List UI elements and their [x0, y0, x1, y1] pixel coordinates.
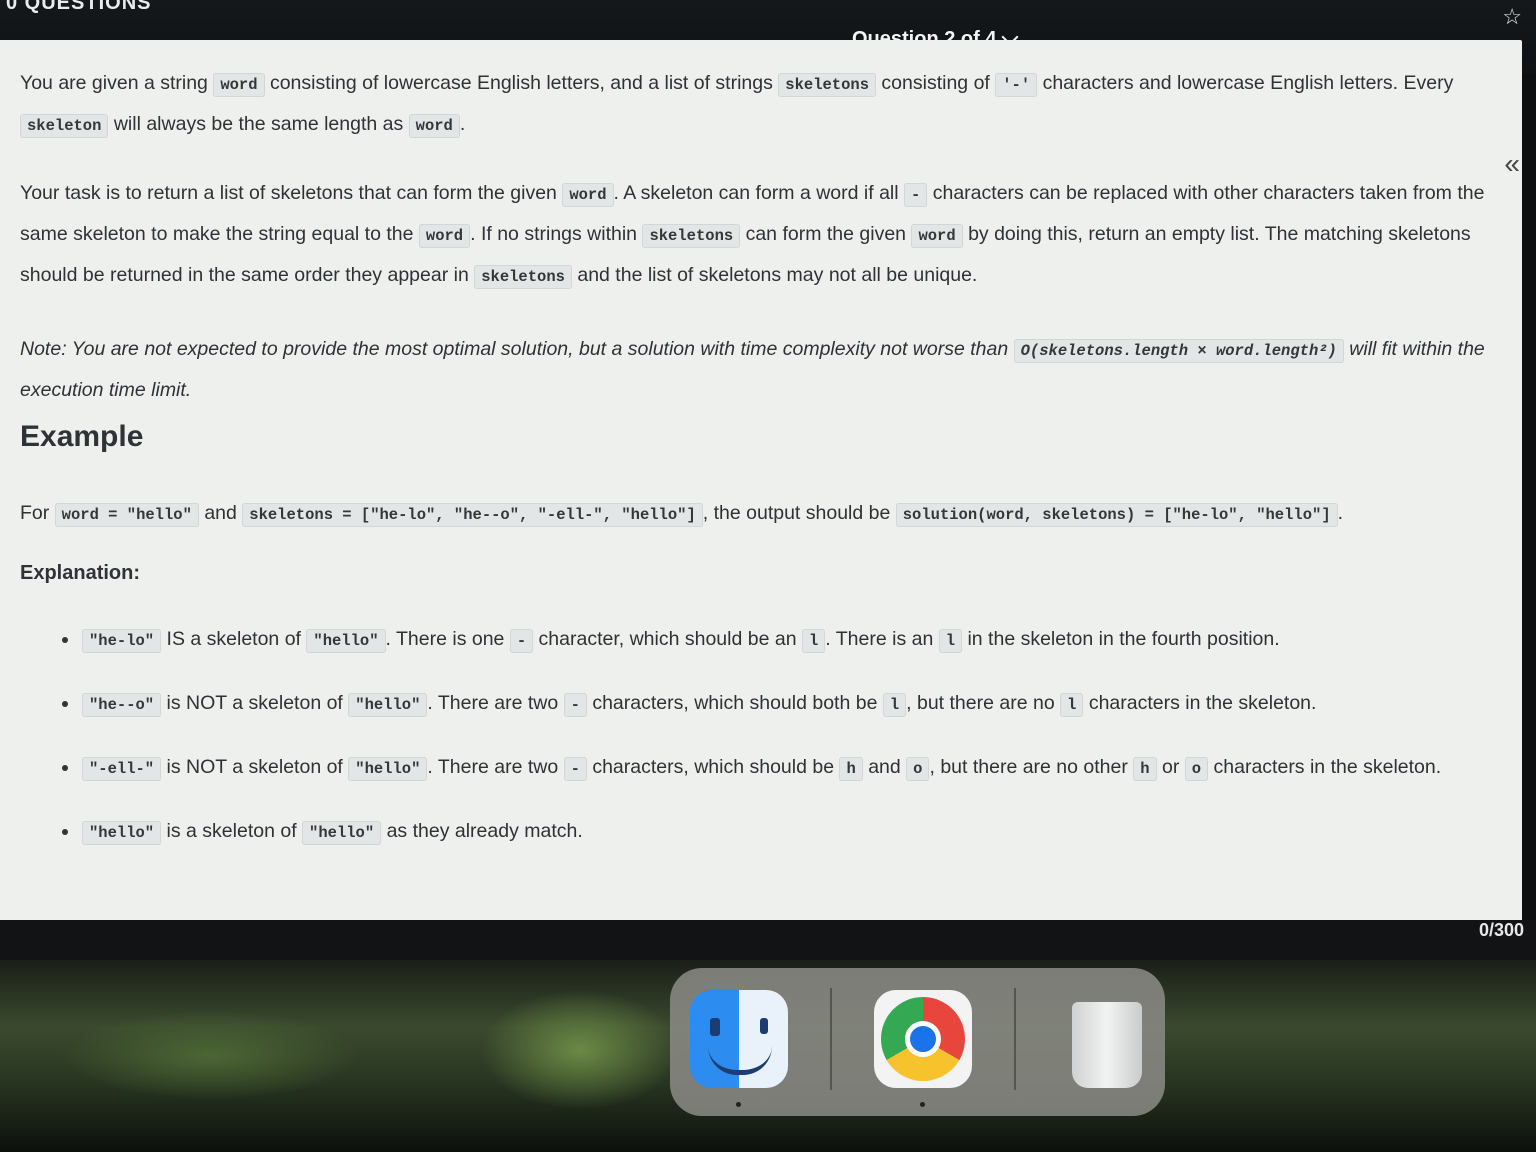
trash-icon[interactable]: [1058, 990, 1156, 1088]
chrome-center: [905, 1021, 941, 1057]
explanation-heading: Explanation:: [20, 562, 141, 584]
dock: [670, 968, 1165, 1116]
list-item: "he--o" is NOT a skeleton of "hello". Th…: [62, 684, 1482, 725]
problem-panel: « You are given a string word consisting…: [0, 40, 1522, 920]
wallpaper-foliage: [60, 1010, 360, 1100]
trash-can: [1072, 1002, 1142, 1088]
list-item: "he-lo" IS a skeleton of "hello". There …: [62, 620, 1482, 661]
explanation-list: "he-lo" IS a skeleton of "hello". There …: [62, 620, 1482, 876]
intro-paragraph: You are given a string word consisting o…: [20, 64, 1490, 146]
chrome-icon[interactable]: [874, 990, 972, 1088]
char-counter: 0/300: [1478, 920, 1524, 940]
collapse-icon[interactable]: «: [1504, 150, 1520, 178]
wallpaper-foliage: [480, 990, 680, 1110]
finder-eye: [710, 1018, 720, 1036]
finder-icon[interactable]: [690, 990, 788, 1088]
app-tag: 0 QUESTIONS: [6, 0, 152, 14]
dock-separator: [1014, 988, 1016, 1090]
running-indicator: [736, 1102, 741, 1107]
note-paragraph: Note: You are not expected to provide th…: [20, 338, 1485, 401]
list-item: "hello" is a skeleton of "hello" as they…: [62, 812, 1482, 853]
list-item: "-ell-" is NOT a skeleton of "hello". Th…: [62, 748, 1482, 789]
task-paragraph: Your task is to return a list of skeleto…: [20, 174, 1490, 297]
star-icon[interactable]: ☆: [1502, 4, 1522, 30]
example-line: For word = "hello" and skeletons = ["he-…: [20, 494, 1490, 535]
example-heading: Example: [20, 420, 144, 453]
running-indicator: [920, 1102, 925, 1107]
dock-separator: [830, 988, 832, 1090]
finder-smile: [708, 1046, 772, 1075]
finder-eye: [760, 1018, 768, 1034]
